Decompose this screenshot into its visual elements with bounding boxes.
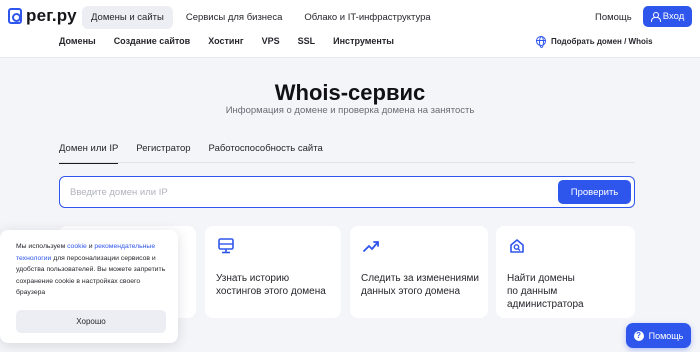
domain-picker-label: Подобрать домен / Whois [551,36,653,46]
card-text: Найти домены по данным администратора [507,273,584,310]
tab-domain-or-ip[interactable]: Домен или IP [59,143,119,164]
help-link[interactable]: Помощь [595,12,632,23]
logo-icon [8,8,22,24]
logo-text: рег.ру [26,6,77,25]
nav-site-builder[interactable]: Создание сайтов [114,36,191,46]
nav-tools[interactable]: Инструменты [333,36,394,46]
tab-business-services[interactable]: Сервисы для бизнеса [177,6,292,29]
nav-hosting[interactable]: Хостинг [208,36,243,46]
top-header: рег.ру Домены и сайты Сервисы для бизнес… [0,0,700,58]
card-text: Узнать историю хостингов этого домена [216,273,326,297]
question-icon: ? [633,330,644,341]
login-button[interactable]: Вход [643,6,692,27]
check-button[interactable]: Проверить [558,180,631,204]
help-widget-button[interactable]: ? Помощь [626,323,691,348]
nav-domains[interactable]: Домены [59,36,96,46]
domain-search-input[interactable] [70,184,540,200]
top-tabs: Домены и сайты Сервисы для бизнеса Облак… [82,6,440,29]
search-box: Проверить [59,176,635,208]
nav-vps[interactable]: VPS [262,36,280,46]
login-label: Вход [662,11,685,22]
cookie-link[interactable]: cookie [67,243,87,250]
logo[interactable]: рег.ру [8,6,77,26]
house-search-icon [510,239,524,253]
page-title: Whois-сервис [274,80,426,105]
cookie-text: Мы используем cookie и рекомендательные … [16,243,166,296]
card-text: Следить за изменениями данных этого доме… [361,273,479,297]
search-tabs: Домен или IP Регистратор Работоспособнос… [59,143,341,164]
feature-card-monitor-changes[interactable]: Следить за изменениями данных этого доме… [350,226,488,318]
user-icon [650,12,661,22]
tab-registrar[interactable]: Регистратор [136,143,190,164]
page-subtitle: Информация о домене и проверка домена на… [225,105,475,116]
tab-site-health[interactable]: Работоспособность сайта [209,143,323,164]
domain-picker-link[interactable]: Подобрать домен / Whois [536,36,653,48]
help-widget-label: Помощь [648,330,684,341]
tab-cloud-it[interactable]: Облако и IT-инфраструктура [295,6,439,29]
chart-trend-icon [363,241,379,252]
server-history-icon [218,238,234,254]
tab-domains-and-sites[interactable]: Домены и сайты [82,6,173,29]
nav-ssl[interactable]: SSL [298,36,316,46]
tabs-divider [59,162,635,163]
feature-card-find-by-admin[interactable]: Найти домены по данным администратора [496,226,635,318]
cookie-banner: Мы используем cookie и рекомендательные … [0,230,178,343]
main-nav: Домены Создание сайтов Хостинг VPS SSL И… [59,36,412,46]
globe-icon [536,36,546,48]
cookie-accept-button[interactable]: Хорошо [16,310,166,333]
feature-card-hosting-history[interactable]: Узнать историю хостингов этого домена [205,226,341,318]
